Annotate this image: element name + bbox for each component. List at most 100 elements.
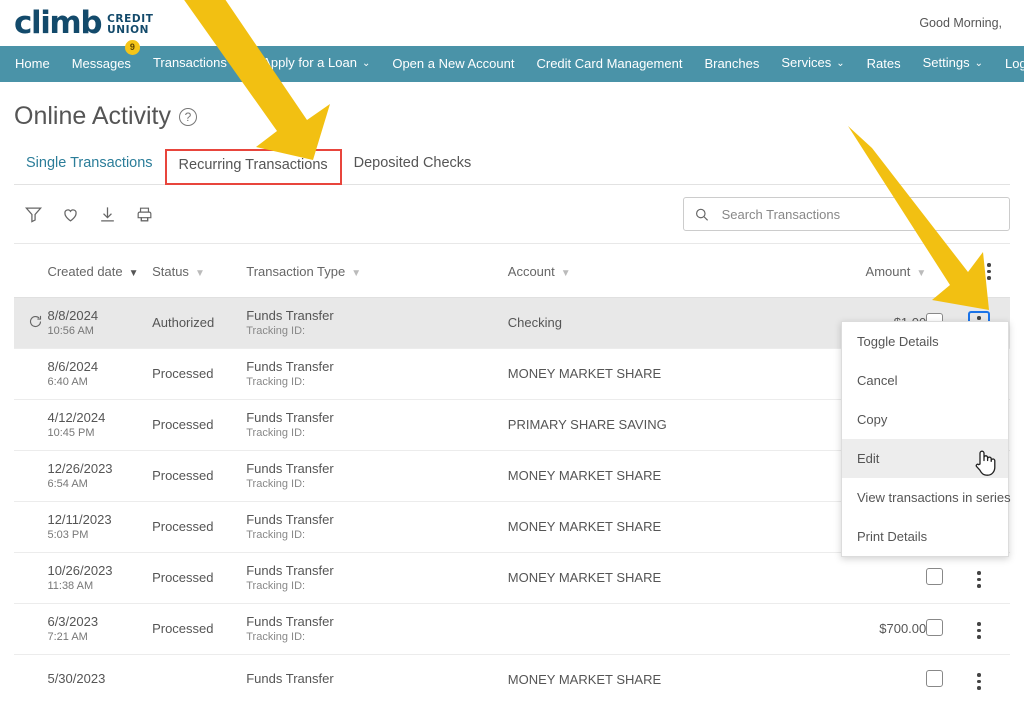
- header-account[interactable]: Account ▼: [508, 244, 790, 297]
- header-transaction-type[interactable]: Transaction Type ▼: [246, 244, 508, 297]
- header-kebab-icon[interactable]: [968, 258, 1010, 285]
- sort-caret-down-icon: ▼: [916, 267, 927, 279]
- sort-caret-down-icon: ▼: [194, 267, 205, 279]
- header-amount[interactable]: Amount ▼: [790, 244, 927, 297]
- row-kebab-menu-icon[interactable]: [968, 668, 990, 695]
- nav-item-transactions[interactable]: Transactions ⌄: [142, 45, 251, 83]
- main-navigation: Home Messages 9 Transactions ⌄ Apply for a Lo…: [0, 40, 1024, 83]
- table-toolbar: [14, 185, 1010, 244]
- nav-item-home[interactable]: Home: [4, 46, 61, 82]
- menu-item-copy[interactable]: Copy: [842, 400, 1008, 439]
- row-checkbox[interactable]: [926, 567, 944, 585]
- cell-status: Authorized: [152, 296, 247, 348]
- nav-item-settings[interactable]: Settings ⌄: [912, 45, 994, 83]
- table-row[interactable]: 10/26/2023 11:38 AM Processed Funds Transfe…: [14, 551, 1010, 603]
- cell-type-value: Funds Transfer: [246, 563, 334, 578]
- cell-time-value: 5:03 PM: [47, 529, 89, 541]
- menu-item-view-transactions-in-series[interactable]: View transactions in series: [842, 478, 1011, 517]
- cell-time-value: 6:54 AM: [47, 478, 88, 490]
- table-row[interactable]: 6/3/2023 7:21 AM Processed Funds Transfer Tr…: [14, 602, 1010, 654]
- cell-account: [507, 602, 791, 654]
- cell-type-value: Funds Transfer: [246, 359, 334, 374]
- row-checkbox[interactable]: [926, 618, 944, 636]
- logo[interactable]: climb CREDIT UNION: [14, 4, 153, 41]
- nav-item-label: Messages: [71, 56, 131, 71]
- row-context-menu: Toggle Details Cancel Copy Edit View transac…: [841, 321, 1011, 557]
- nav-item-rates[interactable]: Rates: [856, 46, 912, 82]
- page-title-text: Online Activity: [14, 102, 172, 130]
- chevron-down-icon: ⌄: [231, 58, 241, 69]
- cell-account: MONEY MARKET SHARE: [507, 653, 791, 705]
- help-icon[interactable]: ?: [179, 107, 198, 126]
- nav-item-label: Log Off: [1004, 56, 1024, 71]
- download-icon[interactable]: [98, 205, 117, 224]
- nav-item-services[interactable]: Services ⌄: [770, 45, 855, 83]
- row-kebab-menu-icon[interactable]: [968, 566, 990, 593]
- row-recurring-indicator: [14, 296, 48, 348]
- menu-item-toggle-details[interactable]: Toggle Details: [842, 322, 1008, 361]
- nav-item-label: Open a New Account: [392, 56, 515, 71]
- nav-item-credit-card-management[interactable]: Credit Card Management: [525, 46, 693, 82]
- nav-item-label: Settings: [922, 55, 970, 70]
- table-header-row: Created date ▼ Status ▼ Transaction Type ▼ …: [14, 244, 1010, 297]
- header-checkbox-spacer: [926, 244, 968, 297]
- cell-transaction-type: Funds Transfer Tracking ID:: [246, 398, 508, 450]
- menu-item-edit[interactable]: Edit: [842, 439, 1008, 478]
- cell-tracking-id: Tracking ID:: [246, 376, 306, 388]
- search-box[interactable]: [683, 197, 1010, 231]
- header-status-label: Status: [152, 263, 189, 279]
- nav-item-apply-for-a-loan[interactable]: Apply for a Loan ⌄: [251, 45, 381, 83]
- menu-item-cancel[interactable]: Cancel: [842, 361, 1008, 400]
- tab-recurring-transactions[interactable]: Recurring Transactions: [164, 149, 342, 185]
- favorite-icon[interactable]: [61, 205, 80, 224]
- logo-wordmark: climb: [14, 4, 103, 41]
- row-recurring-indicator: [14, 449, 48, 501]
- header-status[interactable]: Status ▼: [152, 244, 246, 297]
- cell-created-date: 8/6/2024 6:40 AM: [47, 347, 153, 399]
- cell-tracking-id: Tracking ID:: [246, 478, 306, 490]
- cell-date-value: 12/11/2023: [47, 512, 112, 527]
- tab-deposited-checks[interactable]: Deposited Checks: [342, 149, 484, 184]
- nav-item-label: Credit Card Management: [536, 56, 683, 71]
- cell-time-value: 10:45 PM: [47, 427, 95, 439]
- cell-row-menu: [968, 653, 1010, 705]
- cell-created-date: 12/26/2023 6:54 AM: [47, 449, 153, 501]
- cell-status: Processed: [152, 398, 247, 450]
- cell-time-value: 10:56 AM: [47, 325, 94, 337]
- cell-status: Processed: [152, 449, 247, 501]
- cell-created-date: 4/12/2024 10:45 PM: [47, 398, 153, 450]
- cell-date-value: 8/6/2024: [47, 359, 99, 374]
- cell-status: Processed: [152, 500, 247, 552]
- cell-status: Processed: [152, 347, 247, 399]
- kebab-menu-icon[interactable]: [978, 258, 1000, 285]
- row-recurring-indicator: [14, 653, 48, 705]
- cell-status: Processed: [152, 551, 247, 603]
- cell-transaction-type: Funds Transfer Tracking ID:: [246, 500, 508, 552]
- cell-tracking-id: Tracking ID:: [246, 631, 306, 643]
- nav-item-branches[interactable]: Branches: [693, 46, 770, 82]
- cell-account: MONEY MARKET SHARE: [507, 449, 791, 501]
- filter-icon[interactable]: [24, 205, 43, 224]
- cell-created-date: 12/11/2023 5:03 PM: [47, 500, 153, 552]
- cell-amount: $700.00: [790, 602, 927, 654]
- header-amount-label: Amount: [865, 263, 911, 279]
- search-input[interactable]: [719, 205, 999, 223]
- nav-item-open-a-new-account[interactable]: Open a New Account: [381, 46, 525, 82]
- cell-type-value: Funds Transfer: [246, 308, 334, 323]
- row-kebab-menu-icon[interactable]: [968, 617, 990, 644]
- nav-item-log-off[interactable]: Log Off: [994, 46, 1024, 82]
- greeting-text: Good Morning,: [919, 16, 1002, 30]
- header-options-menu[interactable]: [968, 244, 1010, 297]
- nav-item-messages[interactable]: Messages 9: [61, 40, 142, 82]
- cell-transaction-type: Funds Transfer Tracking ID:: [246, 347, 508, 399]
- row-checkbox[interactable]: [926, 669, 944, 687]
- table-row[interactable]: 5/30/2023 Funds Transfer MONEY MARKET SHAR…: [14, 653, 1010, 705]
- nav-item-label: Rates: [866, 56, 901, 71]
- header-created-date[interactable]: Created date ▼: [47, 244, 152, 297]
- cell-transaction-type: Funds Transfer Tracking ID:: [246, 551, 508, 603]
- menu-item-print-details[interactable]: Print Details: [842, 517, 1008, 556]
- tab-single-transactions[interactable]: Single Transactions: [14, 149, 165, 184]
- print-icon[interactable]: [135, 205, 154, 224]
- cell-select: [926, 653, 969, 705]
- cell-type-value: Funds Transfer: [246, 461, 334, 476]
